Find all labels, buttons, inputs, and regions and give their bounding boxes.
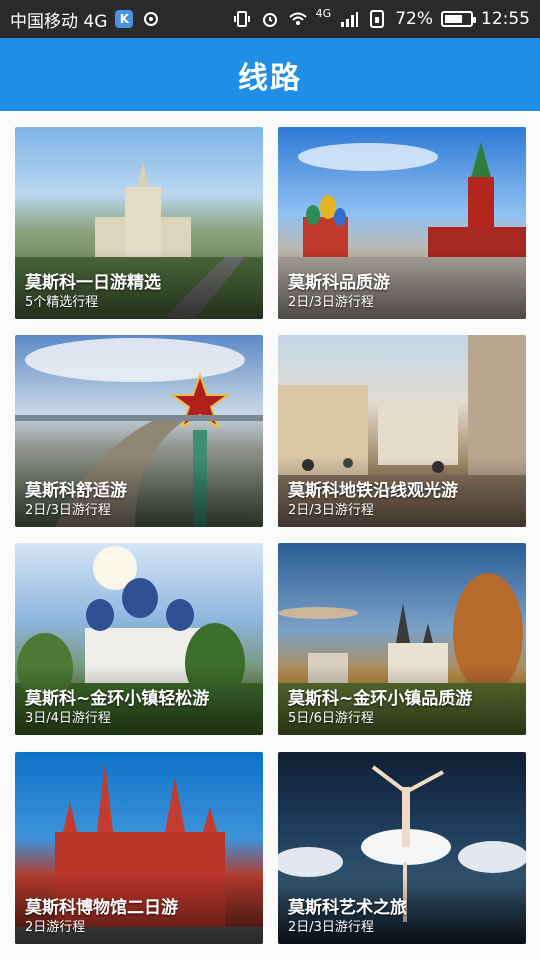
notification-icon xyxy=(144,12,159,26)
battery-icon xyxy=(441,11,476,27)
route-title: 莫斯科品质游 xyxy=(288,273,390,293)
route-card[interactable]: 莫斯科艺术之旅 2日/3日游行程 xyxy=(278,752,526,944)
battery-percent: 72% xyxy=(395,9,433,29)
route-title: 莫斯科~金环小镇品质游 xyxy=(288,689,473,709)
routes-grid: 莫斯科一日游精选 5个精选行程 莫斯科品质游 2日/3日游行程 莫斯科舒适游 2… xyxy=(0,111,540,960)
route-title: 莫斯科舒适游 xyxy=(25,481,127,501)
route-card[interactable]: 莫斯科舒适游 2日/3日游行程 xyxy=(15,335,263,527)
route-card[interactable]: 莫斯科~金环小镇轻松游 3日/4日游行程 xyxy=(15,543,263,735)
route-subtitle: 2日/3日游行程 xyxy=(288,503,374,518)
wifi-icon xyxy=(289,12,307,25)
route-title: 莫斯科一日游精选 xyxy=(25,273,161,293)
vibrate-icon xyxy=(233,11,250,27)
route-subtitle: 5日/6日游行程 xyxy=(288,711,374,726)
route-title: 莫斯科艺术之旅 xyxy=(288,898,407,918)
page-title: 线路 xyxy=(238,60,302,96)
route-subtitle: 2日/3日游行程 xyxy=(25,503,111,518)
carrier-label: 中国移动 4G xyxy=(10,11,108,32)
route-card[interactable]: 莫斯科一日游精选 5个精选行程 xyxy=(15,127,263,319)
route-subtitle: 3日/4日游行程 xyxy=(25,711,111,726)
route-subtitle: 5个精选行程 xyxy=(25,295,99,310)
network-type-label: 4G xyxy=(315,6,332,20)
route-subtitle: 2日游行程 xyxy=(25,920,86,935)
route-title: 莫斯科~金环小镇轻松游 xyxy=(25,689,210,709)
route-subtitle: 2日/3日游行程 xyxy=(288,920,374,935)
alarm-icon xyxy=(262,13,277,27)
route-card[interactable]: 莫斯科博物馆二日游 2日游行程 xyxy=(15,752,263,944)
sim-icon xyxy=(370,10,385,28)
route-title: 莫斯科地铁沿线观光游 xyxy=(288,481,458,501)
k-app-icon: K xyxy=(115,10,134,28)
clock: 12:55 xyxy=(481,9,530,29)
route-card[interactable]: 莫斯科品质游 2日/3日游行程 xyxy=(278,127,526,319)
route-card[interactable]: 莫斯科~金环小镇品质游 5日/6日游行程 xyxy=(278,543,526,735)
route-title: 莫斯科博物馆二日游 xyxy=(25,898,178,918)
status-bar: 中国移动 4G K 4G 72% 12:55 xyxy=(0,0,540,38)
page-header: 线路 xyxy=(0,38,540,111)
route-card[interactable]: 莫斯科地铁沿线观光游 2日/3日游行程 xyxy=(278,335,526,527)
route-subtitle: 2日/3日游行程 xyxy=(288,295,374,310)
signal-icon xyxy=(341,12,359,27)
